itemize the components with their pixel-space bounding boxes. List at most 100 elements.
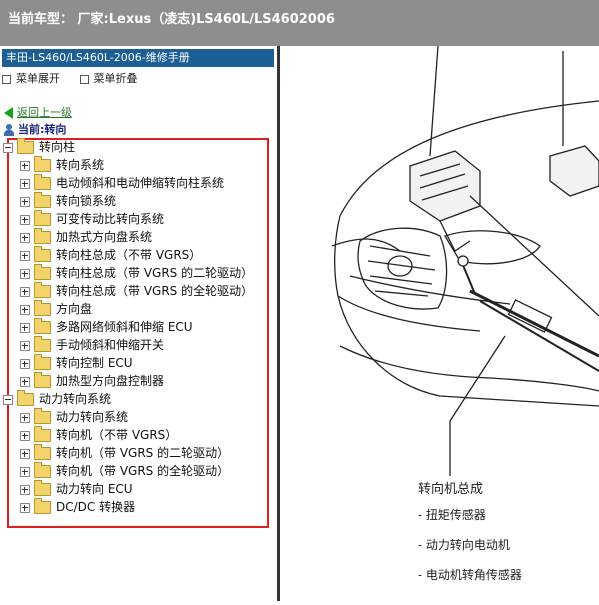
tree-item[interactable]: DC/DC 转换器 xyxy=(20,498,135,516)
menu-expand-button[interactable]: 菜单展开 xyxy=(2,72,64,85)
tree-item-label: 转向系统 xyxy=(56,158,105,172)
folder-icon xyxy=(34,354,51,370)
tree-item-label: 方向盘 xyxy=(56,302,93,316)
tree-group[interactable]: 转向柱 xyxy=(3,138,75,156)
expand-toggle-icon[interactable] xyxy=(20,340,30,351)
tree-item-label: 多路网络倾斜和伸缩 ECU xyxy=(56,320,193,334)
expand-toggle-icon[interactable] xyxy=(20,268,30,279)
back-arrow-icon[interactable] xyxy=(4,107,13,119)
current-location-label: 当前:转向 xyxy=(18,123,67,136)
expand-toggle-icon[interactable] xyxy=(20,448,30,459)
tree-item[interactable]: 转向控制 ECU xyxy=(20,354,133,372)
folder-icon xyxy=(34,192,51,208)
tree-item[interactable]: 加热型方向盘控制器 xyxy=(20,372,164,390)
folder-icon xyxy=(34,444,51,460)
tree-item[interactable]: 转向机（带 VGRS 的全轮驱动） xyxy=(20,462,229,480)
folder-icon xyxy=(34,300,51,316)
tree-item-label: 转向锁系统 xyxy=(56,194,117,208)
current-location: 当前:转向 xyxy=(4,121,66,137)
location-icon xyxy=(4,124,14,136)
folder-icon xyxy=(34,498,51,514)
collapse-toggle-icon[interactable] xyxy=(3,142,13,153)
expand-toggle-icon[interactable] xyxy=(20,286,30,297)
tree-item[interactable]: 动力转向系统 xyxy=(20,408,128,426)
tree-item-label: 动力转向系统 xyxy=(39,392,112,406)
tree-item[interactable]: 多路网络倾斜和伸缩 ECU xyxy=(20,318,193,336)
folder-icon xyxy=(34,156,51,172)
expand-toggle-icon[interactable] xyxy=(20,214,30,225)
menu-toolbar: 菜单展开 菜单折叠 xyxy=(2,70,154,86)
folder-icon xyxy=(34,480,51,496)
tree-item-label: 转向柱总成（带 VGRS 的二轮驱动） xyxy=(56,266,254,280)
diagram-item-motor: - 动力转向电动机 xyxy=(418,538,510,552)
folder-icon xyxy=(34,462,51,478)
title-bar: 当前车型： 厂家:Lexus（凌志)LS460L/LS4602006 xyxy=(0,0,599,46)
diagram-item-torque-sensor: - 扭矩传感器 xyxy=(418,508,486,522)
tree-item[interactable]: 转向机（带 VGRS 的二轮驱动） xyxy=(20,444,229,462)
collapse-toggle-icon[interactable] xyxy=(3,394,13,405)
tree-item-label: 转向机（带 VGRS 的二轮驱动） xyxy=(56,446,230,460)
expand-toggle-icon[interactable] xyxy=(20,484,30,495)
tree-item-label: 转向机（不带 VGRS） xyxy=(56,428,178,442)
tree-item-label: 转向柱总成（带 VGRS 的全轮驱动） xyxy=(56,284,254,298)
navigation-panel: 丰田-LS460/LS460L-2006-维修手册 菜单展开 菜单折叠 返回上一… xyxy=(0,46,277,601)
tree-item[interactable]: 可变传动比转向系统 xyxy=(20,210,164,228)
menu-collapse-button[interactable]: 菜单折叠 xyxy=(79,72,138,85)
menu-expand-label: 菜单展开 xyxy=(16,72,60,85)
tree-item[interactable]: 手动倾斜和伸缩开关 xyxy=(20,336,164,354)
manual-title: 丰田-LS460/LS460L-2006-维修手册 xyxy=(2,49,274,67)
tree-item[interactable]: 转向锁系统 xyxy=(20,192,116,210)
folder-icon xyxy=(34,210,51,226)
tree-group[interactable]: 动力转向系统 xyxy=(3,390,111,408)
tree-item-label: 可变传动比转向系统 xyxy=(56,212,165,226)
folder-icon xyxy=(17,390,34,406)
tree-item-label: 转向机（带 VGRS 的全轮驱动） xyxy=(56,464,230,478)
expand-toggle-icon[interactable] xyxy=(20,178,30,189)
tree-item[interactable]: 动力转向 ECU xyxy=(20,480,133,498)
folder-icon xyxy=(34,336,51,352)
expand-toggle-icon[interactable] xyxy=(20,160,30,171)
tree-item-label: 动力转向 ECU xyxy=(56,482,133,496)
expand-toggle-icon[interactable] xyxy=(20,250,30,261)
tree-item-label: 动力转向系统 xyxy=(56,410,129,424)
tree-item[interactable]: 转向柱总成（不带 VGRS） xyxy=(20,246,201,264)
steering-diagram: 转向机总成 - 扭矩传感器 - 动力转向电动机 - 电动机转角传感器 xyxy=(280,45,599,601)
expand-toggle-icon[interactable] xyxy=(20,358,30,369)
tree-item[interactable]: 转向系统 xyxy=(20,156,104,174)
tree-item-label: 转向控制 ECU xyxy=(56,356,133,370)
expand-toggle-icon[interactable] xyxy=(20,232,30,243)
expand-icon xyxy=(2,74,11,84)
tree-item-label: 加热型方向盘控制器 xyxy=(56,374,165,388)
tree-item[interactable]: 加热式方向盘系统 xyxy=(20,228,152,246)
folder-icon xyxy=(34,174,51,190)
folder-icon xyxy=(34,264,51,280)
back-link[interactable]: 返回上一级 xyxy=(17,106,72,119)
tree-item[interactable]: 转向柱总成（带 VGRS 的全轮驱动） xyxy=(20,282,253,300)
folder-icon xyxy=(34,246,51,262)
tree-item[interactable]: 电动倾斜和电动伸缩转向柱系统 xyxy=(20,174,224,192)
tree-item-label: 转向柱总成（不带 VGRS） xyxy=(56,248,202,262)
folder-icon xyxy=(34,408,51,424)
tree-item-label: 手动倾斜和伸缩开关 xyxy=(56,338,165,352)
expand-toggle-icon[interactable] xyxy=(20,502,30,513)
tree-item-label: 加热式方向盘系统 xyxy=(56,230,153,244)
expand-toggle-icon[interactable] xyxy=(20,322,30,333)
tree-item[interactable]: 转向柱总成（带 VGRS 的二轮驱动） xyxy=(20,264,253,282)
expand-toggle-icon[interactable] xyxy=(20,196,30,207)
tree-item[interactable]: 方向盘 xyxy=(20,300,92,318)
folder-icon xyxy=(34,426,51,442)
folder-icon xyxy=(34,372,51,388)
diagram-item-angle-sensor: - 电动机转角传感器 xyxy=(418,568,522,582)
diagram-title: 转向机总成 xyxy=(418,482,484,497)
tree-item-label: 转向柱 xyxy=(39,140,76,154)
collapse-icon xyxy=(79,74,89,84)
folder-icon xyxy=(17,138,34,154)
expand-toggle-icon[interactable] xyxy=(20,412,30,423)
expand-toggle-icon[interactable] xyxy=(20,376,30,387)
expand-toggle-icon[interactable] xyxy=(20,466,30,477)
expand-toggle-icon[interactable] xyxy=(20,304,30,315)
vehicle-title: 当前车型： 厂家:Lexus（凌志)LS460L/LS4602006 xyxy=(8,12,335,27)
folder-icon xyxy=(34,228,51,244)
expand-toggle-icon[interactable] xyxy=(20,430,30,441)
tree-item[interactable]: 转向机（不带 VGRS） xyxy=(20,426,177,444)
